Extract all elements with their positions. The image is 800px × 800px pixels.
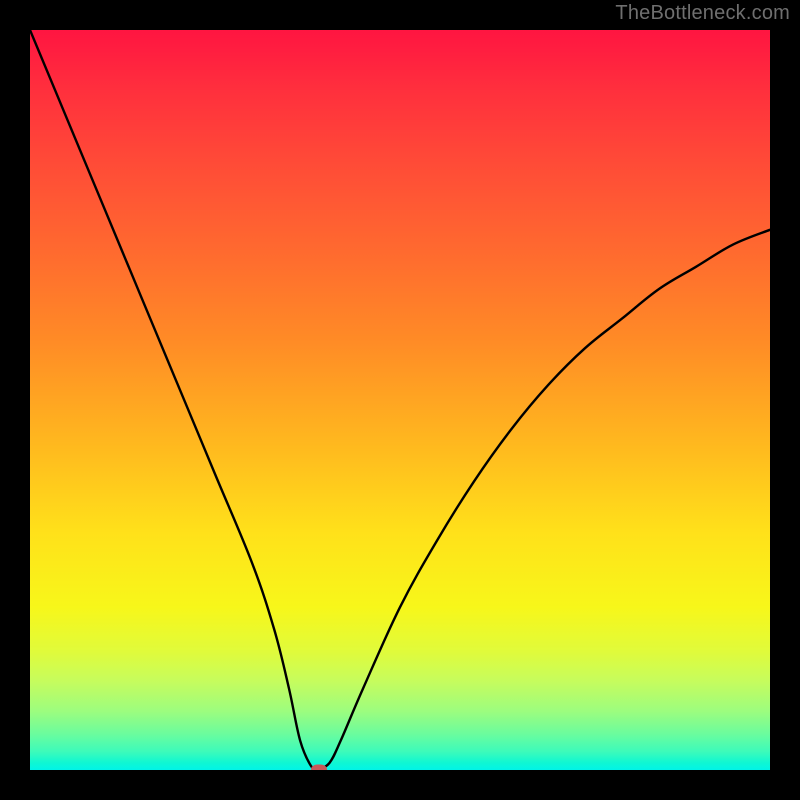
- curve-layer: [30, 30, 770, 770]
- plot-area: [30, 30, 770, 770]
- chart-stage: TheBottleneck.com: [0, 0, 800, 800]
- bottleneck-marker: [311, 765, 327, 771]
- bottleneck-curve-path: [30, 30, 770, 770]
- watermark-text: TheBottleneck.com: [615, 2, 790, 25]
